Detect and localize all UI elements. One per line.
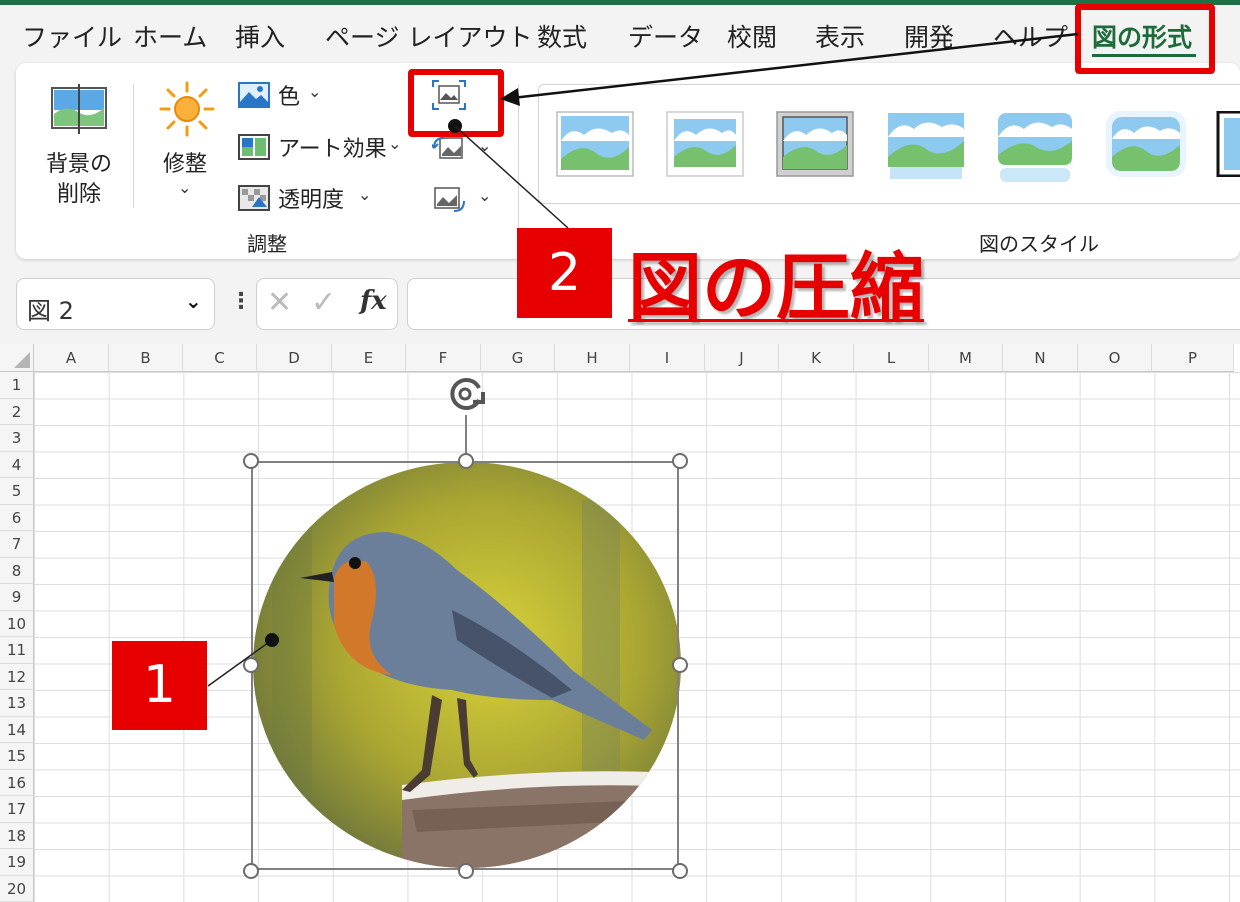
picture-style-white-frame[interactable] [666, 111, 744, 177]
resize-handle[interactable] [243, 453, 259, 469]
row-header-6[interactable]: 6 [0, 504, 34, 531]
column-header-n[interactable]: N [1003, 344, 1078, 372]
picture-styles-group-label: 図のスタイル [979, 232, 1099, 256]
step-2-pointer [448, 119, 569, 229]
step-1-badge: 1 [112, 641, 207, 730]
column-header-e[interactable]: E [332, 344, 406, 372]
sun-icon [159, 81, 215, 137]
column-header-m[interactable]: M [929, 344, 1003, 372]
picture-style-shadow[interactable] [776, 111, 854, 177]
artistic-effects-label: アート効果 [278, 137, 387, 162]
name-box[interactable]: 図 2 ⌄ [16, 278, 215, 330]
selection-frame [251, 461, 679, 870]
transparency-label: 透明度 [278, 188, 345, 213]
artistic-effects-button[interactable]: アート効果 ⌄ [238, 131, 408, 163]
column-header-b[interactable]: B [109, 344, 183, 372]
picture-style-glow[interactable] [1104, 109, 1188, 179]
resize-handle[interactable] [672, 863, 688, 879]
rotate-icon[interactable] [445, 374, 489, 414]
select-all-icon [14, 352, 30, 368]
arrow-pointer [500, 32, 1079, 106]
resize-handle[interactable] [672, 453, 688, 469]
chevron-down-icon: ⌄ [388, 134, 402, 153]
resize-handle[interactable] [672, 657, 688, 673]
row-header-17[interactable]: 17 [0, 796, 34, 823]
chevron-down-icon: ⌄ [358, 185, 372, 204]
tab-file[interactable]: ファイル [22, 18, 122, 54]
enter-icon[interactable]: ✓ [311, 285, 336, 320]
formula-buttons: ✕ ✓ fx [256, 278, 398, 330]
row-header-9[interactable]: 9 [0, 584, 34, 611]
more-options-icon[interactable]: ⋮ [230, 289, 252, 314]
row-header-12[interactable]: 12 [0, 663, 34, 690]
remove-background-icon [51, 84, 107, 134]
cancel-icon[interactable]: ✕ [267, 285, 292, 320]
column-header-o[interactable]: O [1078, 344, 1152, 372]
picture-style-soft-edge[interactable] [886, 111, 966, 183]
name-box-value: 図 2 [27, 297, 74, 325]
row-header-5[interactable]: 5 [0, 478, 34, 505]
row-header-14[interactable]: 14 [0, 716, 34, 743]
row-header-10[interactable]: 10 [0, 610, 34, 637]
column-header-g[interactable]: G [481, 344, 555, 372]
ribbon-separator [133, 84, 134, 208]
insert-function-icon[interactable]: fx [360, 286, 387, 316]
artistic-effects-icon [238, 134, 270, 160]
resize-handle[interactable] [458, 863, 474, 879]
chevron-down-icon: ⌄ [308, 82, 322, 101]
step-2-badge: 2 [517, 228, 612, 318]
picture-color-icon [238, 82, 270, 108]
remove-background-button[interactable]: 背景の 削除 [40, 78, 122, 208]
column-header-l[interactable]: L [854, 344, 929, 372]
transparency-icon [238, 185, 270, 211]
select-all-corner[interactable] [0, 344, 34, 372]
chevron-down-icon: ⌄ [178, 178, 192, 197]
tab-insert[interactable]: 挿入 [235, 18, 285, 54]
row-header-4[interactable]: 4 [0, 451, 34, 478]
column-header-i[interactable]: I [630, 344, 705, 372]
remove-background-label-1: 背景の [46, 152, 113, 177]
row-header-18[interactable]: 18 [0, 822, 34, 849]
picture-style-black-frame[interactable] [1216, 111, 1240, 177]
row-header-19[interactable]: 19 [0, 849, 34, 876]
picture-format-tab-highlight [1075, 4, 1215, 74]
chevron-down-icon[interactable]: ⌄ [185, 289, 202, 313]
step-2-label: 図の圧縮 [628, 245, 924, 331]
resize-handle[interactable] [243, 863, 259, 879]
row-header-15[interactable]: 15 [0, 743, 34, 770]
picture-style-reflection[interactable] [996, 111, 1074, 185]
tab-home[interactable]: ホーム [133, 18, 207, 54]
row-header-3[interactable]: 3 [0, 425, 34, 452]
column-header-d[interactable]: D [257, 344, 332, 372]
column-header-p[interactable]: P [1152, 344, 1234, 372]
transparency-button[interactable]: 透明度 ⌄ [238, 182, 378, 214]
step-1-pointer [207, 633, 279, 687]
column-header-a[interactable]: A [34, 344, 109, 372]
color-label: 色 [278, 85, 301, 110]
row-header-8[interactable]: 8 [0, 557, 34, 584]
row-header-7[interactable]: 7 [0, 531, 34, 558]
row-header-1[interactable]: 1 [0, 372, 34, 399]
column-header-j[interactable]: J [705, 344, 779, 372]
adjust-group-label: 調整 [247, 232, 287, 256]
row-header-20[interactable]: 20 [0, 875, 34, 902]
resize-handle[interactable] [458, 453, 474, 469]
color-button[interactable]: 色 ⌄ [238, 79, 338, 111]
remove-background-label-2: 削除 [57, 182, 102, 207]
column-header-h[interactable]: H [555, 344, 630, 372]
row-header-13[interactable]: 13 [0, 690, 34, 717]
corrections-button[interactable]: 修整 ⌄ [152, 78, 222, 203]
column-header-f[interactable]: F [406, 344, 481, 372]
row-header-11[interactable]: 11 [0, 637, 34, 664]
corrections-label: 修整 [163, 152, 208, 177]
column-header-c[interactable]: C [183, 344, 257, 372]
row-header-2[interactable]: 2 [0, 398, 34, 425]
column-header-k[interactable]: K [779, 344, 854, 372]
row-header-16[interactable]: 16 [0, 769, 34, 796]
